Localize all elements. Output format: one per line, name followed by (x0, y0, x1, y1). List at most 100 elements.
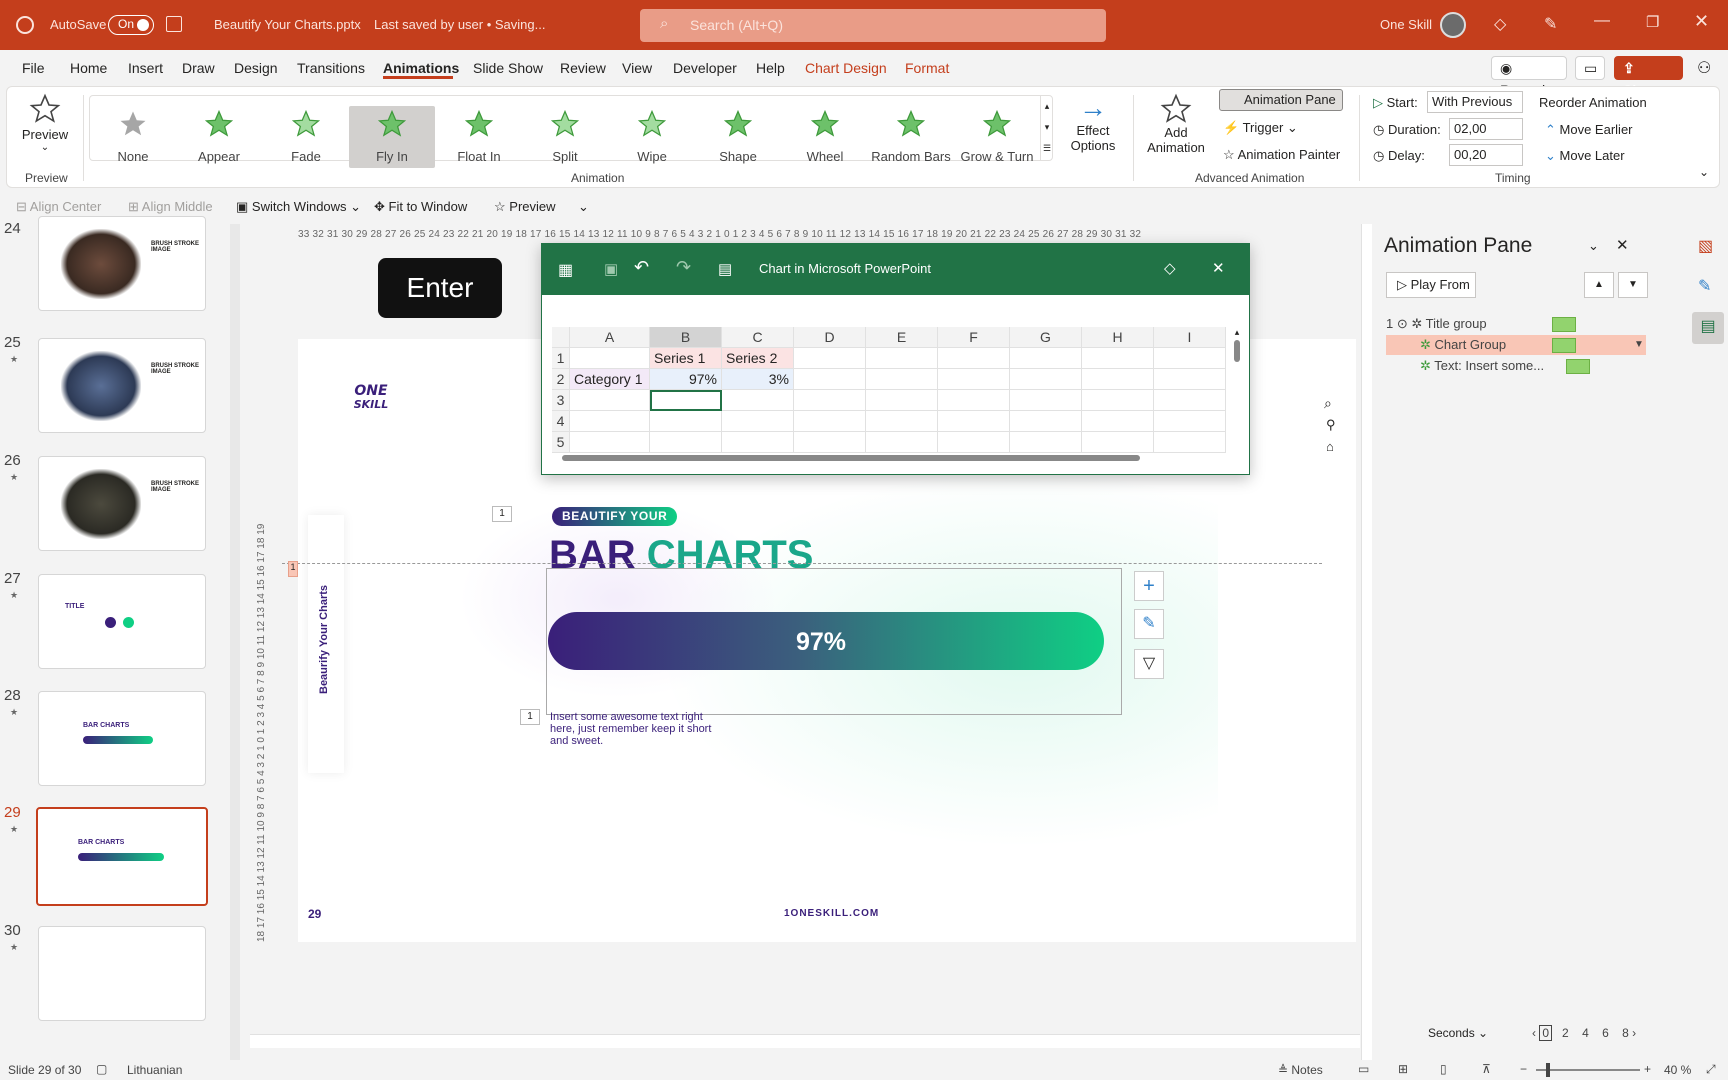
cell-f5[interactable] (938, 432, 1010, 453)
zoom-slider-thumb[interactable] (1546, 1063, 1550, 1077)
start-select[interactable]: With Previous (1427, 91, 1523, 113)
fit-slide-icon[interactable]: ⤢ (1706, 1062, 1716, 1077)
cell-d3[interactable] (794, 390, 866, 411)
share-button[interactable]: ⇪ Share (1614, 56, 1683, 98)
row-header-5[interactable]: 5 (552, 432, 570, 453)
spreadsheet-grid[interactable]: A B C D E F G H I 1 Series 1 Series 2 2 Category 1 97%… (552, 327, 1239, 453)
account-name[interactable]: One Skill (1380, 17, 1432, 32)
anim-split[interactable]: Split (522, 106, 608, 168)
cell-h2[interactable] (1082, 369, 1154, 390)
tab-help[interactable]: Help (756, 60, 785, 76)
cell-a4[interactable] (570, 411, 650, 432)
close-icon[interactable]: ✕ (1694, 11, 1709, 32)
duration-input[interactable]: 02,00 (1449, 118, 1523, 140)
vertical-scrollbar[interactable]: ▴ (1232, 327, 1242, 447)
anim-tag[interactable]: 1 (492, 506, 512, 522)
column-header-d[interactable]: D (794, 327, 866, 348)
row-header-1[interactable]: 1 (552, 348, 570, 369)
save-icon[interactable]: ▣ (604, 260, 618, 278)
zoom-icon[interactable]: ⌕ (1324, 395, 1332, 412)
thumbnail-slide-28[interactable]: BAR CHARTS (38, 691, 206, 786)
notes-button[interactable]: ≜ Notes (1278, 1063, 1323, 1077)
save-status[interactable]: Last saved by user • Saving... (374, 17, 545, 32)
anim-wipe[interactable]: Wipe (609, 106, 695, 168)
customize-qat-icon[interactable]: ⌄ (578, 199, 589, 215)
anim-fly-in[interactable]: Fly In (349, 106, 435, 168)
cell-i1[interactable] (1154, 348, 1226, 369)
cell-h4[interactable] (1082, 411, 1154, 432)
thumbnail-slide-24[interactable]: BRUSH STROKE IMAGE (38, 216, 206, 311)
chart-elements-icon[interactable]: + (1134, 571, 1164, 601)
pane-item-text[interactable]: ✲ Text: Insert some... (1386, 356, 1646, 376)
body-text[interactable]: Insert some awesome text right here, jus… (550, 711, 722, 747)
cell-e3[interactable] (866, 390, 938, 411)
cell-c2[interactable]: 3% (722, 369, 794, 390)
home-icon[interactable]: ⌂ (1326, 439, 1334, 454)
row-header-3[interactable]: 3 (552, 390, 570, 411)
anim-float-in[interactable]: Float In (436, 106, 522, 168)
record-button[interactable]: ◉ Record (1491, 56, 1567, 98)
slide-hscrollbar[interactable] (250, 1034, 1360, 1048)
cell-b1[interactable]: Series 1 (650, 348, 722, 369)
cell-i5[interactable] (1154, 432, 1226, 453)
cell-d5[interactable] (794, 432, 866, 453)
tab-file[interactable]: File (22, 60, 45, 76)
column-header-b[interactable]: B (650, 327, 722, 348)
move-up-button[interactable]: ▲ (1584, 272, 1614, 298)
premium-diamond-icon[interactable]: ◇ (1164, 259, 1176, 277)
anim-random-bars[interactable]: Random Bars (868, 106, 954, 168)
thumbnail-slide-25[interactable]: BRUSH STROKE IMAGE (38, 338, 206, 433)
format-icon[interactable]: ✎ (1698, 276, 1711, 296)
thumbnail-slide-26[interactable]: BRUSH STROKE IMAGE (38, 456, 206, 551)
slide-sorter-icon[interactable]: ⊞ (1398, 1062, 1408, 1076)
thumbnail-slide-30[interactable] (38, 926, 206, 1021)
cell-b2[interactable]: 97% (650, 369, 722, 390)
cell-h5[interactable] (1082, 432, 1154, 453)
cell-e5[interactable] (866, 432, 938, 453)
chart-filters-icon[interactable]: ▽ (1134, 649, 1164, 679)
align-center-button[interactable]: ⊟ Align Center (16, 199, 101, 215)
column-header-c[interactable]: C (722, 327, 794, 348)
cell-f4[interactable] (938, 411, 1010, 432)
cell-c3[interactable] (722, 390, 794, 411)
cell-d1[interactable] (794, 348, 866, 369)
row-header-4[interactable]: 4 (552, 411, 570, 432)
tab-design[interactable]: Design (234, 60, 278, 76)
anim-appear[interactable]: Appear (176, 106, 262, 168)
tab-animations[interactable]: Animations (383, 60, 459, 76)
effect-options-button[interactable]: → Effect Options (1063, 93, 1123, 167)
zoom-in-icon[interactable]: + (1644, 1062, 1651, 1076)
cell-f2[interactable] (938, 369, 1010, 390)
tab-developer[interactable]: Developer (673, 60, 737, 76)
cell-a1[interactable] (570, 348, 650, 369)
cell-f1[interactable] (938, 348, 1010, 369)
tab-chart-design[interactable]: Chart Design (805, 60, 887, 76)
cell-g3[interactable] (1010, 390, 1082, 411)
thumbnail-slide-27[interactable]: TITLE (38, 574, 206, 669)
tab-view[interactable]: View (622, 60, 652, 76)
cell-b5[interactable] (650, 432, 722, 453)
pane-options-icon[interactable]: ⌄ (1588, 238, 1599, 254)
cell-c4[interactable] (722, 411, 794, 432)
move-earlier-button[interactable]: ⌃ Move Earlier (1545, 122, 1633, 138)
anim-wheel[interactable]: Wheel (782, 106, 868, 168)
column-header-e[interactable]: E (866, 327, 938, 348)
animation-painter-button[interactable]: ☆ Animation Painter (1223, 147, 1340, 163)
excel-chart-window[interactable]: ▦ ▣ ↶ ↷ ▤ Chart in Microsoft PowerPoint … (541, 243, 1250, 475)
tab-insert[interactable]: Insert (128, 60, 163, 76)
cell-d2[interactable] (794, 369, 866, 390)
reading-view-icon[interactable]: ▯ (1440, 1062, 1447, 1076)
cell-a2[interactable]: Category 1 (570, 369, 650, 390)
cell-g4[interactable] (1010, 411, 1082, 432)
tab-draw[interactable]: Draw (182, 60, 215, 76)
move-down-button[interactable]: ▼ (1618, 272, 1648, 298)
cell-b3[interactable] (650, 390, 722, 411)
move-later-button[interactable]: ⌄ Move Later (1545, 148, 1625, 164)
timeline-scale[interactable]: ‹ 0 2 4 6 8 › (1532, 1025, 1636, 1041)
zoom-slider[interactable] (1536, 1069, 1640, 1071)
pen-icon[interactable]: ✎ (1544, 14, 1557, 34)
minimize-icon[interactable]: — (1594, 12, 1610, 30)
cell-e2[interactable] (866, 369, 938, 390)
normal-view-icon[interactable]: ▭ (1358, 1062, 1369, 1076)
tab-slide-show[interactable]: Slide Show (473, 60, 543, 76)
